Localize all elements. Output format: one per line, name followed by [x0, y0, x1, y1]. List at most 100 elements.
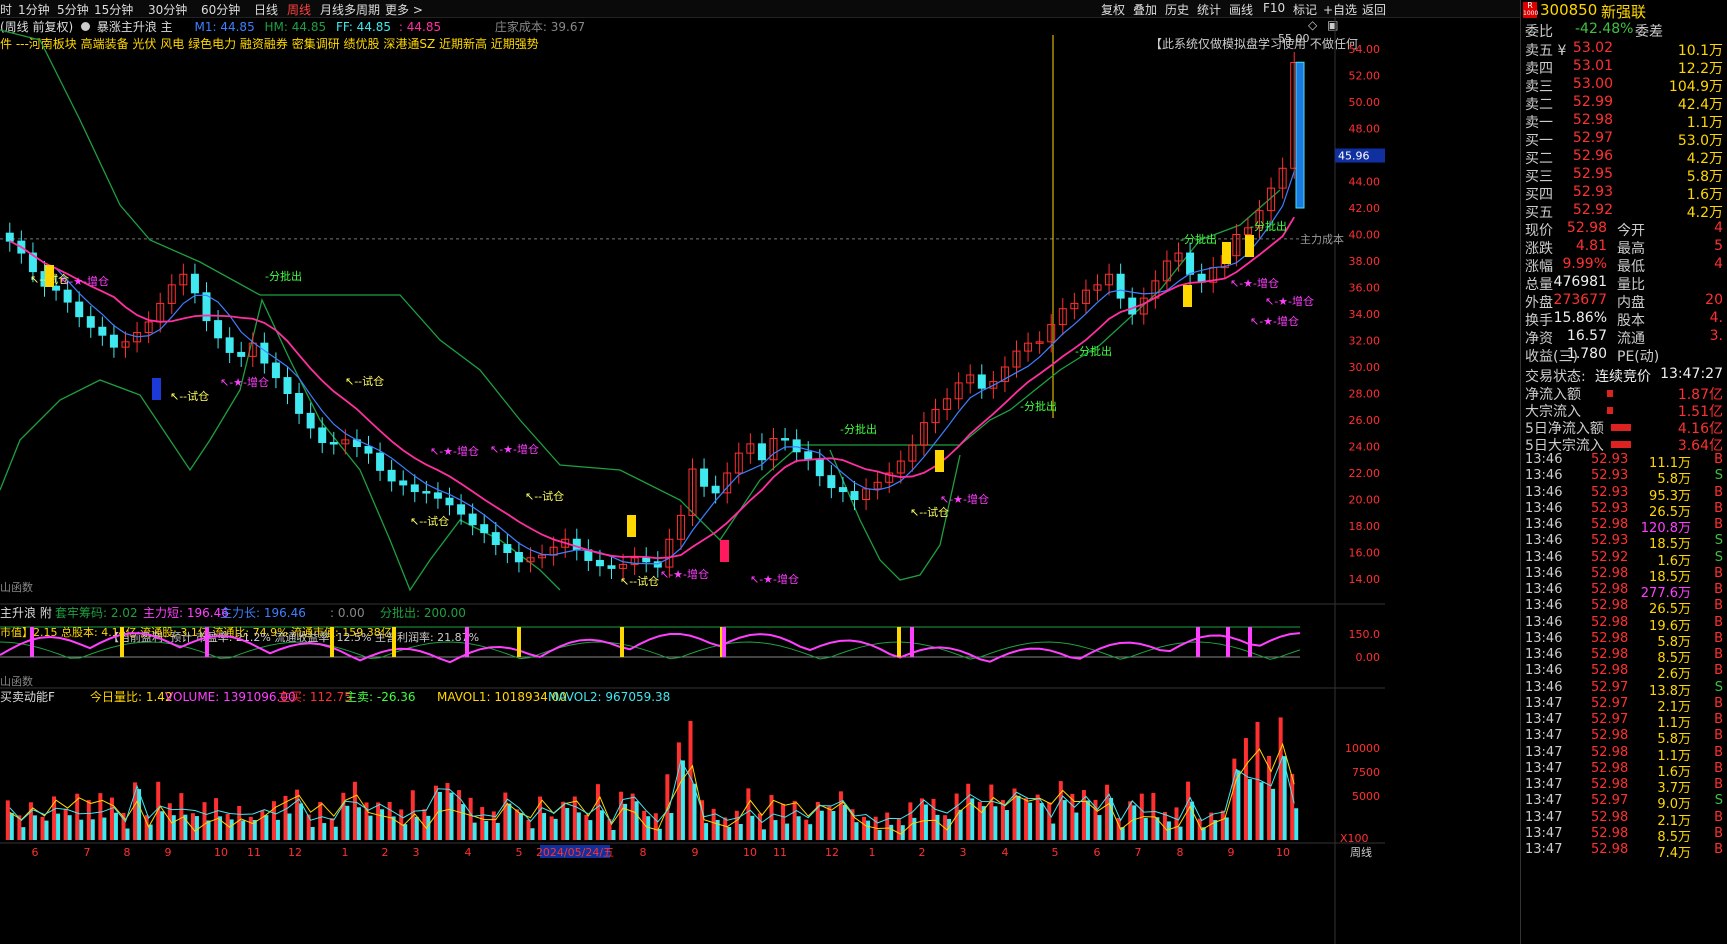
volume-bar-cyan	[333, 826, 338, 840]
volume-bar-red	[561, 801, 566, 840]
market-badge-icon: R 1000	[1523, 1, 1539, 18]
sub1-long: 主力长: 196.46	[220, 606, 306, 620]
candle-body	[318, 427, 327, 444]
stat-row-5: 换手 15.86% 股本 4.	[1525, 310, 1723, 329]
sub1-signal-bar	[722, 627, 726, 657]
volume-bar-cyan	[611, 829, 616, 840]
volume-bar-cyan	[310, 826, 315, 840]
main-cost-label: 主力成本	[1300, 232, 1344, 246]
price-tick-label: 32.00	[1349, 335, 1381, 348]
price-tick-label: 28.00	[1349, 388, 1381, 401]
signal-out: -分批出	[1020, 399, 1057, 413]
volume-bar-red	[931, 798, 936, 840]
volume-bar-cyan	[889, 824, 894, 840]
stock-name: 新强联	[1601, 3, 1647, 21]
x-tick-label: 5	[516, 846, 523, 859]
trade-status-row: 交易状态: 连续竞价 13:47:27	[1525, 366, 1723, 385]
candle-body	[109, 334, 118, 348]
volume-bar-cyan	[1294, 808, 1299, 840]
volume-bar-cyan	[553, 818, 558, 840]
fn-label-2: 山函数	[0, 675, 33, 688]
volume-bar-red	[734, 810, 739, 840]
volume-bar-red	[966, 783, 971, 840]
signal-add: ↖-★-增仓	[430, 444, 479, 458]
signal-add: ↖-★-增仓	[490, 442, 539, 456]
sub2-volume: VOLUME: 1391096.00	[165, 690, 296, 704]
stat-row-2: 涨幅 9.99% 最低 4	[1525, 256, 1723, 275]
price-tick-label: 18.00	[1349, 520, 1381, 533]
x-tick-label: 1	[342, 846, 349, 859]
x-tick-label: 9	[1228, 846, 1235, 859]
x-tick-label: 2	[919, 846, 926, 859]
volume-bar-cyan	[565, 808, 570, 840]
candle-body	[445, 497, 454, 506]
volume-bar-red	[260, 810, 265, 840]
price-tick-label: 20.00	[1349, 494, 1381, 507]
price-tick-label: 48.00	[1349, 123, 1381, 136]
bid-row-0: 买一 52.97 53.0万	[1525, 130, 1723, 149]
candle-body	[376, 452, 385, 471]
volume-bar-red	[757, 813, 762, 840]
volume-bar-cyan	[1178, 826, 1183, 840]
candle-body	[827, 475, 836, 489]
x-tick-label: 11	[773, 846, 787, 859]
volume-bar-cyan	[368, 815, 373, 840]
x-tick-label: 7	[1135, 846, 1142, 859]
volume-bar-cyan	[1097, 815, 1102, 840]
volume-bar-cyan	[345, 805, 350, 840]
volume-bar-cyan	[1143, 817, 1148, 840]
sub2-title: 买卖动能F	[0, 690, 55, 704]
flow-bar	[1611, 441, 1631, 448]
candle-body	[295, 393, 304, 414]
x-tick-label: 8	[1177, 846, 1184, 859]
volume-bar-cyan	[403, 824, 408, 840]
candle-body	[364, 446, 373, 454]
volume-bar-red	[584, 814, 589, 840]
x-tick-label: 8	[124, 846, 131, 859]
volume-bar-cyan	[669, 813, 674, 840]
signal-out: -分批出	[265, 269, 302, 283]
candle-body	[503, 544, 512, 553]
candle-body	[410, 484, 419, 493]
stat-row-6: 净资 16.57 流通 3.	[1525, 328, 1723, 347]
x-tick-label: 12	[825, 846, 839, 859]
x-tick-label: 9	[692, 846, 699, 859]
volume-bar-red	[445, 782, 450, 840]
candle-body	[607, 565, 616, 569]
candle-body	[804, 451, 813, 461]
candle-body	[977, 374, 986, 389]
price-tick-label: 14.00	[1349, 573, 1381, 586]
volume-bar-cyan	[1247, 779, 1252, 840]
volume-bar-red	[86, 800, 91, 840]
kline-chart[interactable]: 54.0052.0050.0048.0046.0044.0042.0040.00…	[0, 0, 1520, 944]
volume-bar-cyan	[356, 807, 361, 840]
volume-bar-red	[179, 793, 184, 840]
volume-bar-cyan	[264, 815, 269, 840]
x-tick-label: 3	[413, 846, 420, 859]
volume-bar-cyan	[44, 820, 49, 840]
bid-row-2: 买三 52.95 5.8万	[1525, 166, 1723, 185]
volume-bar-red	[838, 791, 843, 840]
sub1-signal-bar	[897, 627, 901, 657]
x-tick-label: 4	[1002, 846, 1009, 859]
sub2-axis-label: 7500	[1352, 766, 1380, 779]
volume-bar-cyan	[796, 816, 801, 840]
candle-body	[1116, 273, 1125, 299]
x-tick-label: 11	[247, 846, 261, 859]
candle-body	[214, 320, 223, 339]
price-tick-label: 50.00	[1349, 96, 1381, 109]
volume-bar-red	[862, 816, 867, 840]
ask-row-3: 卖二 52.99 42.4万	[1525, 94, 1723, 113]
volume-bar-red	[376, 802, 381, 840]
x-tick-label: 4	[465, 846, 472, 859]
volume-bar-red	[318, 801, 323, 840]
x-tick-label: 1	[869, 846, 876, 859]
price-tick-label: 52.00	[1349, 70, 1381, 83]
candle-body	[237, 351, 246, 357]
candle-body	[422, 491, 431, 494]
candle-body	[225, 337, 234, 353]
candle-body	[595, 559, 604, 567]
signal-box	[627, 515, 636, 537]
volume-bar-cyan	[750, 815, 755, 840]
candle-body	[572, 538, 581, 551]
